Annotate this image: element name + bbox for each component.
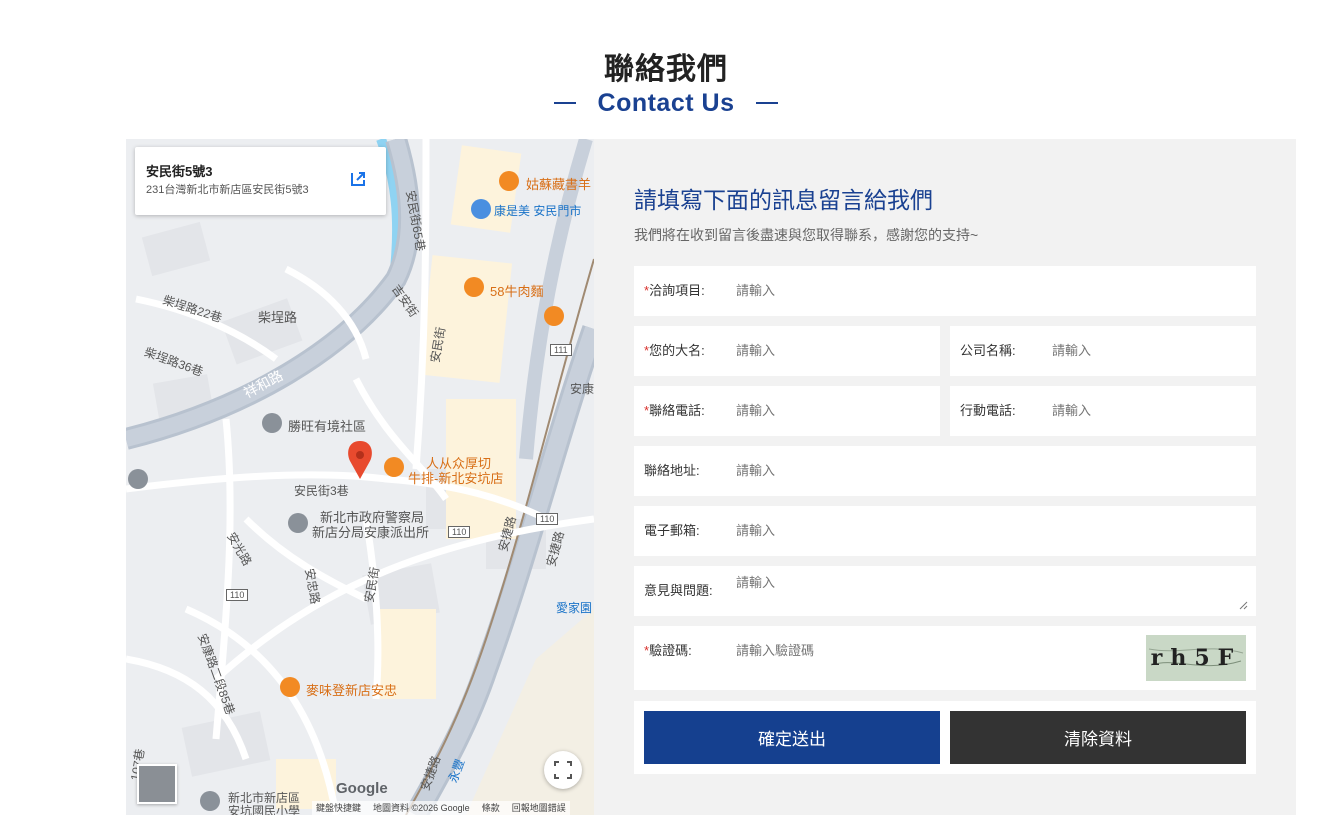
road-shield: 110 — [226, 589, 249, 601]
map-label: 麥味登新店安忠 — [306, 683, 398, 698]
captcha-text: rh5F — [1150, 645, 1242, 671]
page-title: 聯絡我們 — [604, 53, 728, 86]
captcha-input[interactable] — [736, 626, 1136, 676]
company-label: 公司名稱: — [960, 343, 1016, 358]
resize-handle-icon[interactable] — [1239, 601, 1248, 610]
road-shield: 111 — [550, 344, 572, 356]
map-label: 姑蘇藏書羊 — [526, 177, 592, 192]
inquiry-input[interactable] — [736, 266, 1236, 316]
contact-form-panel: 請填寫下面的訊息留言給我們 我們將在收到留言後盡速與您取得聯系，感謝您的支持~ … — [594, 139, 1296, 815]
map-label: 安康 — [570, 382, 594, 396]
comments-textarea[interactable] — [736, 566, 1236, 616]
title-divider-right — [756, 102, 779, 104]
submit-button[interactable]: 確定送出 — [644, 711, 940, 764]
form-description: 我們將在收到留言後盡速與您取得聯系，感謝您的支持~ — [634, 227, 979, 243]
address-label: 聯絡地址: — [644, 463, 700, 478]
map-canvas[interactable] — [126, 139, 594, 815]
inquiry-field-row: *洽詢項目: — [634, 266, 1256, 316]
address-field-row: 聯絡地址: — [634, 446, 1256, 496]
company-field-row: 公司名稱: — [950, 326, 1256, 376]
phone-label: *聯絡電話: — [644, 403, 705, 418]
phone-input[interactable] — [736, 386, 926, 436]
clear-button[interactable]: 清除資料 — [950, 711, 1246, 764]
place-address: 231台灣新北市新店區安民街5號3 — [146, 184, 309, 196]
email-label: 電子郵箱: — [644, 523, 700, 538]
section-header: 聯絡我們 Contact Us — [0, 0, 1332, 139]
map-footer-report[interactable]: 回報地圖錯誤 — [512, 801, 566, 815]
title-divider-left — [553, 102, 576, 104]
email-field-row: 電子郵箱: — [634, 506, 1256, 556]
map-label: 康是美 安民門市 — [494, 204, 582, 218]
google-logo: Google — [336, 780, 388, 797]
address-input[interactable] — [736, 446, 1236, 496]
map-footer: 鍵盤快捷鍵 地圖資料 ©2026 Google 條款 回報地圖錯誤 — [312, 801, 570, 815]
name-label: *您的大名: — [644, 343, 705, 358]
open-external-icon[interactable] — [343, 165, 371, 193]
place-title: 安民街5號3 — [146, 164, 213, 179]
map-label: 勝旺有境社區 — [288, 419, 367, 434]
captcha-label: *驗證碼: — [644, 643, 692, 658]
map-footer-terms[interactable]: 條款 — [482, 801, 500, 815]
subtitle-row: Contact Us — [0, 88, 1332, 118]
name-field-row: *您的大名: — [634, 326, 940, 376]
name-input[interactable] — [736, 326, 926, 376]
form-actions: 確定送出 清除資料 — [634, 701, 1256, 774]
embedded-map[interactable]: 安民街5號3 231台灣新北市新店區安民街5號3 姑蘇藏書羊 康是美 安民門市 … — [126, 139, 594, 815]
form-title: 請填寫下面的訊息留言給我們 — [634, 187, 933, 213]
captcha-image[interactable]: rh5F — [1146, 635, 1246, 681]
map-label: 58牛肉麵 — [490, 284, 544, 299]
map-label: 安坑國民小學 — [228, 804, 301, 815]
map-fullscreen-button[interactable] — [544, 751, 582, 789]
mobile-field-row: 行動電話: — [950, 386, 1256, 436]
page-subtitle: Contact Us — [597, 88, 735, 117]
inquiry-label: *洽詢項目: — [644, 283, 705, 298]
map-satellite-toggle[interactable] — [137, 764, 177, 804]
map-label: 牛排-新北安坑店 — [408, 471, 504, 486]
fullscreen-icon — [554, 761, 572, 779]
map-footer-shortcuts[interactable]: 鍵盤快捷鍵 — [316, 801, 361, 815]
road-shield: 110 — [536, 513, 559, 525]
mobile-input[interactable] — [1052, 386, 1242, 436]
email-input[interactable] — [736, 506, 1236, 556]
place-card[interactable]: 安民街5號3 231台灣新北市新店區安民街5號3 — [135, 147, 386, 215]
map-label: 安民街3巷 — [294, 484, 349, 498]
map-footer-data: 地圖資料 ©2026 Google — [373, 803, 470, 813]
map-label: 柴埕路 — [258, 310, 298, 325]
mobile-label: 行動電話: — [960, 403, 1016, 418]
company-input[interactable] — [1052, 326, 1242, 376]
map-label: 新店分局安康派出所 — [312, 525, 430, 540]
road-shield: 110 — [448, 526, 471, 538]
comments-label: 意見與問題: — [644, 583, 713, 598]
comments-field-row: 意見與問題: — [634, 566, 1256, 616]
phone-field-row: *聯絡電話: — [634, 386, 940, 436]
captcha-field-row: *驗證碼: rh5F — [634, 626, 1256, 690]
map-label: 愛家園 — [556, 601, 593, 615]
